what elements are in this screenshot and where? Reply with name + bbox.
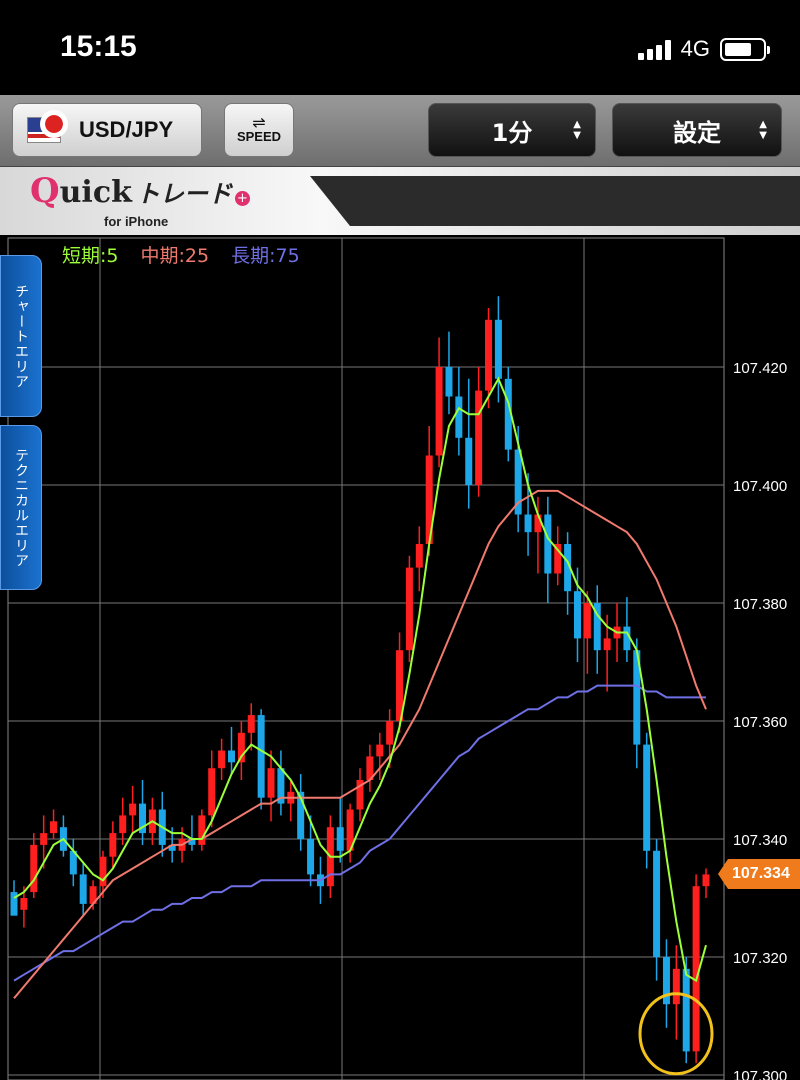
candle-body [257,715,265,798]
candle-body [465,437,473,485]
candle-body [30,844,38,893]
period-select[interactable]: 1分 ▲ ▼ [428,103,596,157]
candle-body [475,390,483,485]
candle-body [307,839,315,875]
candle-body [109,833,117,857]
settings-value: 設定 [673,118,721,147]
updown-icon: ▲ ▼ [573,119,581,141]
candle-body [218,750,226,769]
ma-short-line [13,376,707,983]
banner-subtitle: for iPhone [104,214,169,229]
candle-body [485,319,493,391]
period-value: 1分 [491,118,533,147]
y-tick-label: 107.360 [733,714,787,731]
candle-body [702,874,710,887]
candle-body [386,721,394,745]
us-flag-icon [27,110,68,143]
plus-icon: + [234,191,250,206]
candle-body [227,750,235,763]
logo-trade: トレード [135,180,232,208]
settings-select[interactable]: 設定 ▲ ▼ [612,103,782,157]
tab-chart-area-label: チャートエリア [13,283,29,389]
speed-label: SPEED [236,128,282,144]
candle-body [50,821,58,834]
network-label: 4G [680,36,710,61]
y-tick-label: 107.380 [733,596,787,613]
candle-body [445,367,453,397]
banner-dark-panel [310,176,800,226]
ma-mid-line [13,489,707,999]
candle-body [643,744,651,851]
tab-chart-area[interactable]: チャートエリア [0,255,42,417]
toolbar: USD/JPY ⇌ SPEED 1分 ▲ ▼ 設定 ▲ ▼ [0,95,800,167]
y-tick-label: 107.400 [733,478,787,495]
candle-body [603,638,611,651]
y-tick-label: 107.300 [733,1068,787,1080]
status-time: 15:15 [60,30,137,63]
candle-body [376,744,384,757]
candle-body [405,567,413,651]
candle-body [119,815,127,834]
tab-technical-area[interactable]: テクニカルエリア [0,425,42,590]
candle-body [79,874,87,904]
app-banner: Q uick トレード + for iPhone [0,167,800,235]
candle-body [435,367,443,456]
candle-body [653,850,661,957]
arrow-left-icon: ⇌ [252,112,266,132]
candle-body [524,514,532,533]
candle-body [99,856,107,887]
candle-body [40,833,48,845]
status-indicators: 4G [637,36,770,62]
candle-body [198,815,206,845]
y-tick-label: 107.340 [733,832,787,849]
status-bar: 15:15 4G [0,0,800,95]
candle-body [247,715,255,733]
y-tick-label: 107.420 [733,360,787,377]
candle-body [336,827,344,851]
currency-pair-button[interactable]: USD/JPY [12,103,202,157]
legend-short: 短期:5 [62,245,119,267]
quick-trade-logo: Q uick トレード + [30,171,250,211]
legend-mid: 中期:25 [140,245,210,267]
legend-long: 長期:75 [231,245,300,267]
battery-icon [720,37,770,61]
candle-body [20,898,28,910]
candle-body [534,514,542,533]
logo-q: Q [30,171,60,211]
candle-body [267,768,275,798]
signal-icon [637,38,671,60]
updown-icon: ▲ ▼ [759,119,767,141]
candle-body [583,603,591,639]
candle-body [544,514,552,574]
ma-legend: 短期:5 中期:25 長期:75 [62,241,300,268]
candle-body [494,319,502,379]
speed-button[interactable]: ⇌ SPEED [224,103,294,157]
candle-body [682,968,690,1052]
candle-body [455,396,463,438]
ma-long-line [13,684,706,982]
currency-pair-label: USD/JPY [79,117,174,142]
y-tick-label: 107.320 [733,950,787,967]
logo-uick: uick [59,175,132,210]
candle-body [573,591,581,639]
tab-technical-area-label: テクニカルエリア [13,447,29,568]
chart-area[interactable]: 107.420 107.400 107.380 107.360 107.340 107.3… [0,235,800,1080]
candle-body [415,544,423,568]
candlestick-chart[interactable]: 107.420 107.400 107.380 107.360 107.340 107.3… [0,235,800,1080]
candle-body [672,968,680,1005]
candle-body [208,768,216,816]
current-price-badge: 107.334 [718,859,800,890]
candle-body [129,803,137,816]
